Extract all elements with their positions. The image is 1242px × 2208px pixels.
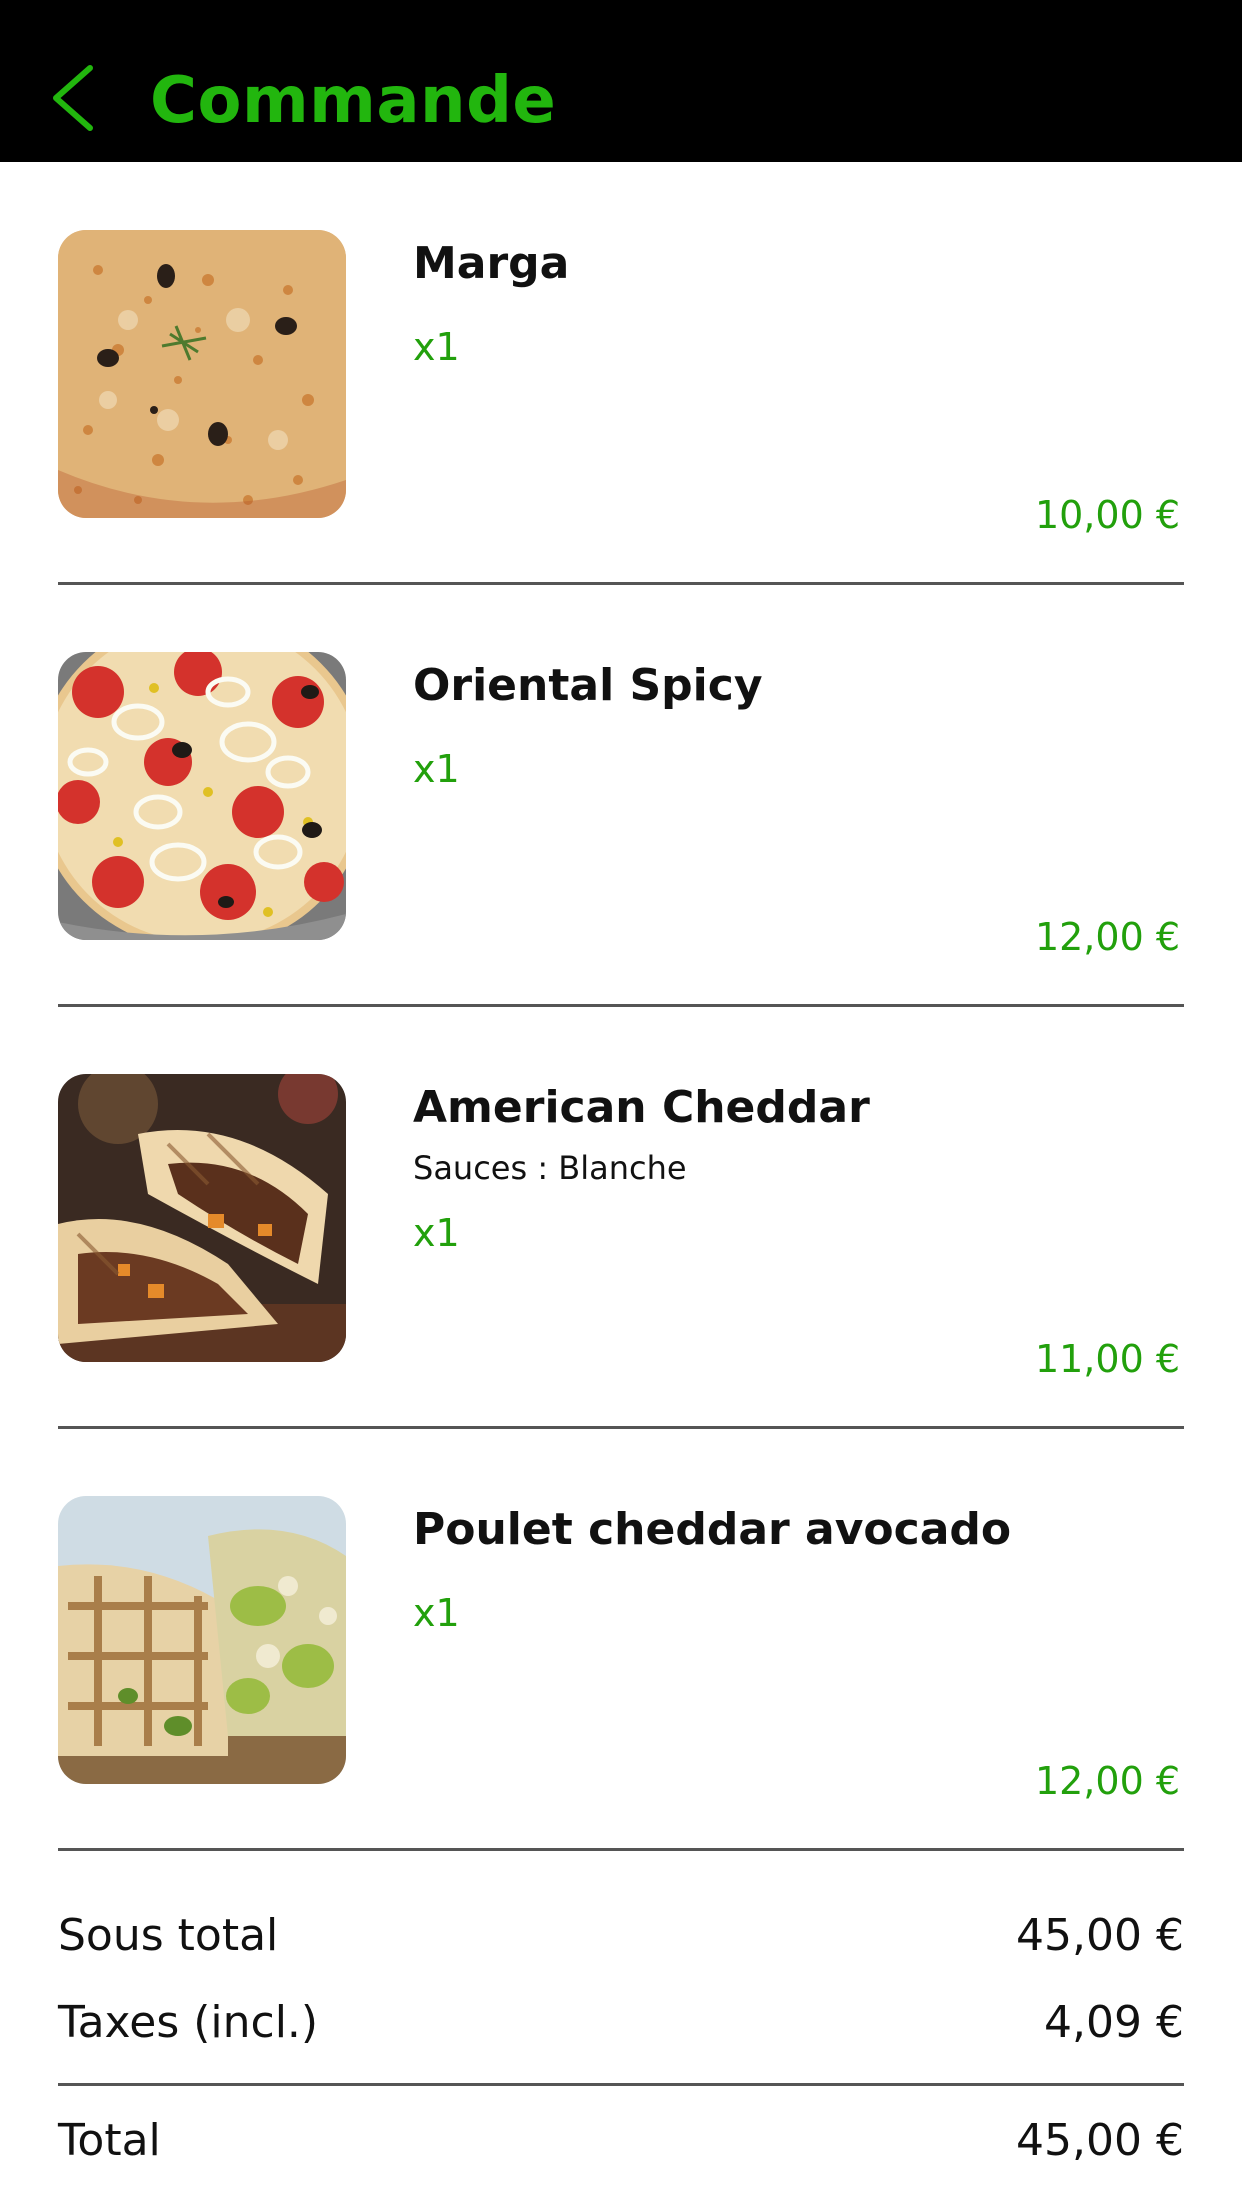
order-item[interactable]: Marga x1 10,00 € (0, 230, 1242, 652)
order-item[interactable]: Oriental Spicy x1 12,00 € (0, 652, 1242, 1074)
taxes-label: Taxes (incl.) (58, 1997, 319, 2048)
item-quantity: x1 (413, 1591, 460, 1635)
item-price: 12,00 € (1034, 915, 1180, 959)
divider (58, 582, 1184, 585)
item-quantity: x1 (413, 325, 460, 369)
divider (58, 2083, 1184, 2086)
item-price: 10,00 € (1034, 493, 1180, 537)
chevron-left-icon (53, 65, 93, 131)
taxes-row: Taxes (incl.) 4,09 € (58, 1993, 1184, 2053)
divider (58, 1848, 1184, 1851)
taxes-value: 4,09 € (1044, 1997, 1184, 2048)
item-image (58, 230, 346, 518)
order-item[interactable]: American Cheddar Sauces : Blanche x1 11,… (0, 1074, 1242, 1496)
subtotal-label: Sous total (58, 1910, 279, 1961)
subtotal-row: Sous total 45,00 € (58, 1906, 1184, 1966)
total-value: 45,00 € (1016, 2115, 1184, 2166)
item-name: Oriental Spicy (413, 660, 763, 711)
item-image (58, 1074, 346, 1362)
item-name: Marga (413, 238, 570, 289)
app-header: Commande (0, 0, 1242, 162)
divider (58, 1426, 1184, 1429)
item-price: 12,00 € (1034, 1759, 1180, 1803)
page-title: Commande (150, 64, 557, 138)
order-item[interactable]: Poulet cheddar avocado x1 12,00 € (0, 1496, 1242, 1918)
back-button[interactable] (46, 62, 102, 134)
item-image (58, 1496, 346, 1784)
item-name: Poulet cheddar avocado (413, 1504, 1012, 1555)
total-row: Total 45,00 € (58, 2111, 1184, 2171)
total-label: Total (58, 2115, 161, 2166)
item-quantity: x1 (413, 747, 460, 791)
item-price: 11,00 € (1034, 1337, 1180, 1381)
subtotal-value: 45,00 € (1016, 1910, 1184, 1961)
item-image (58, 652, 346, 940)
divider (58, 1004, 1184, 1007)
item-name: American Cheddar (413, 1082, 870, 1133)
item-options: Sauces : Blanche (413, 1149, 687, 1187)
item-quantity: x1 (413, 1211, 460, 1255)
